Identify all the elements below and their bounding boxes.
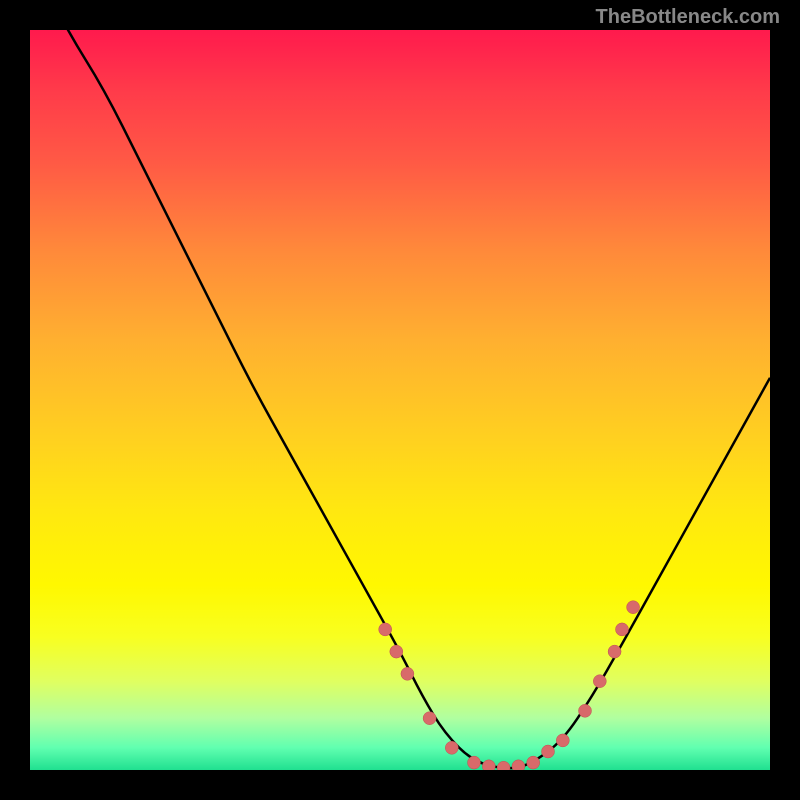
data-point xyxy=(579,704,592,717)
data-point xyxy=(445,741,458,754)
data-point xyxy=(542,745,555,758)
data-point xyxy=(512,760,525,770)
data-point xyxy=(401,667,414,680)
data-point xyxy=(556,734,569,747)
data-point xyxy=(627,601,640,614)
curve-group xyxy=(30,30,770,768)
data-point xyxy=(616,623,629,636)
data-point xyxy=(593,675,606,688)
plot-area xyxy=(30,30,770,770)
chart-svg xyxy=(30,30,770,770)
data-point xyxy=(423,712,436,725)
data-point xyxy=(379,623,392,636)
data-point xyxy=(527,756,540,769)
bottleneck-curve xyxy=(30,30,770,768)
data-point xyxy=(608,645,621,658)
data-point xyxy=(468,756,481,769)
watermark-text: TheBottleneck.com xyxy=(596,6,780,29)
data-point xyxy=(482,760,495,770)
data-point xyxy=(497,761,510,770)
data-point xyxy=(390,645,403,658)
